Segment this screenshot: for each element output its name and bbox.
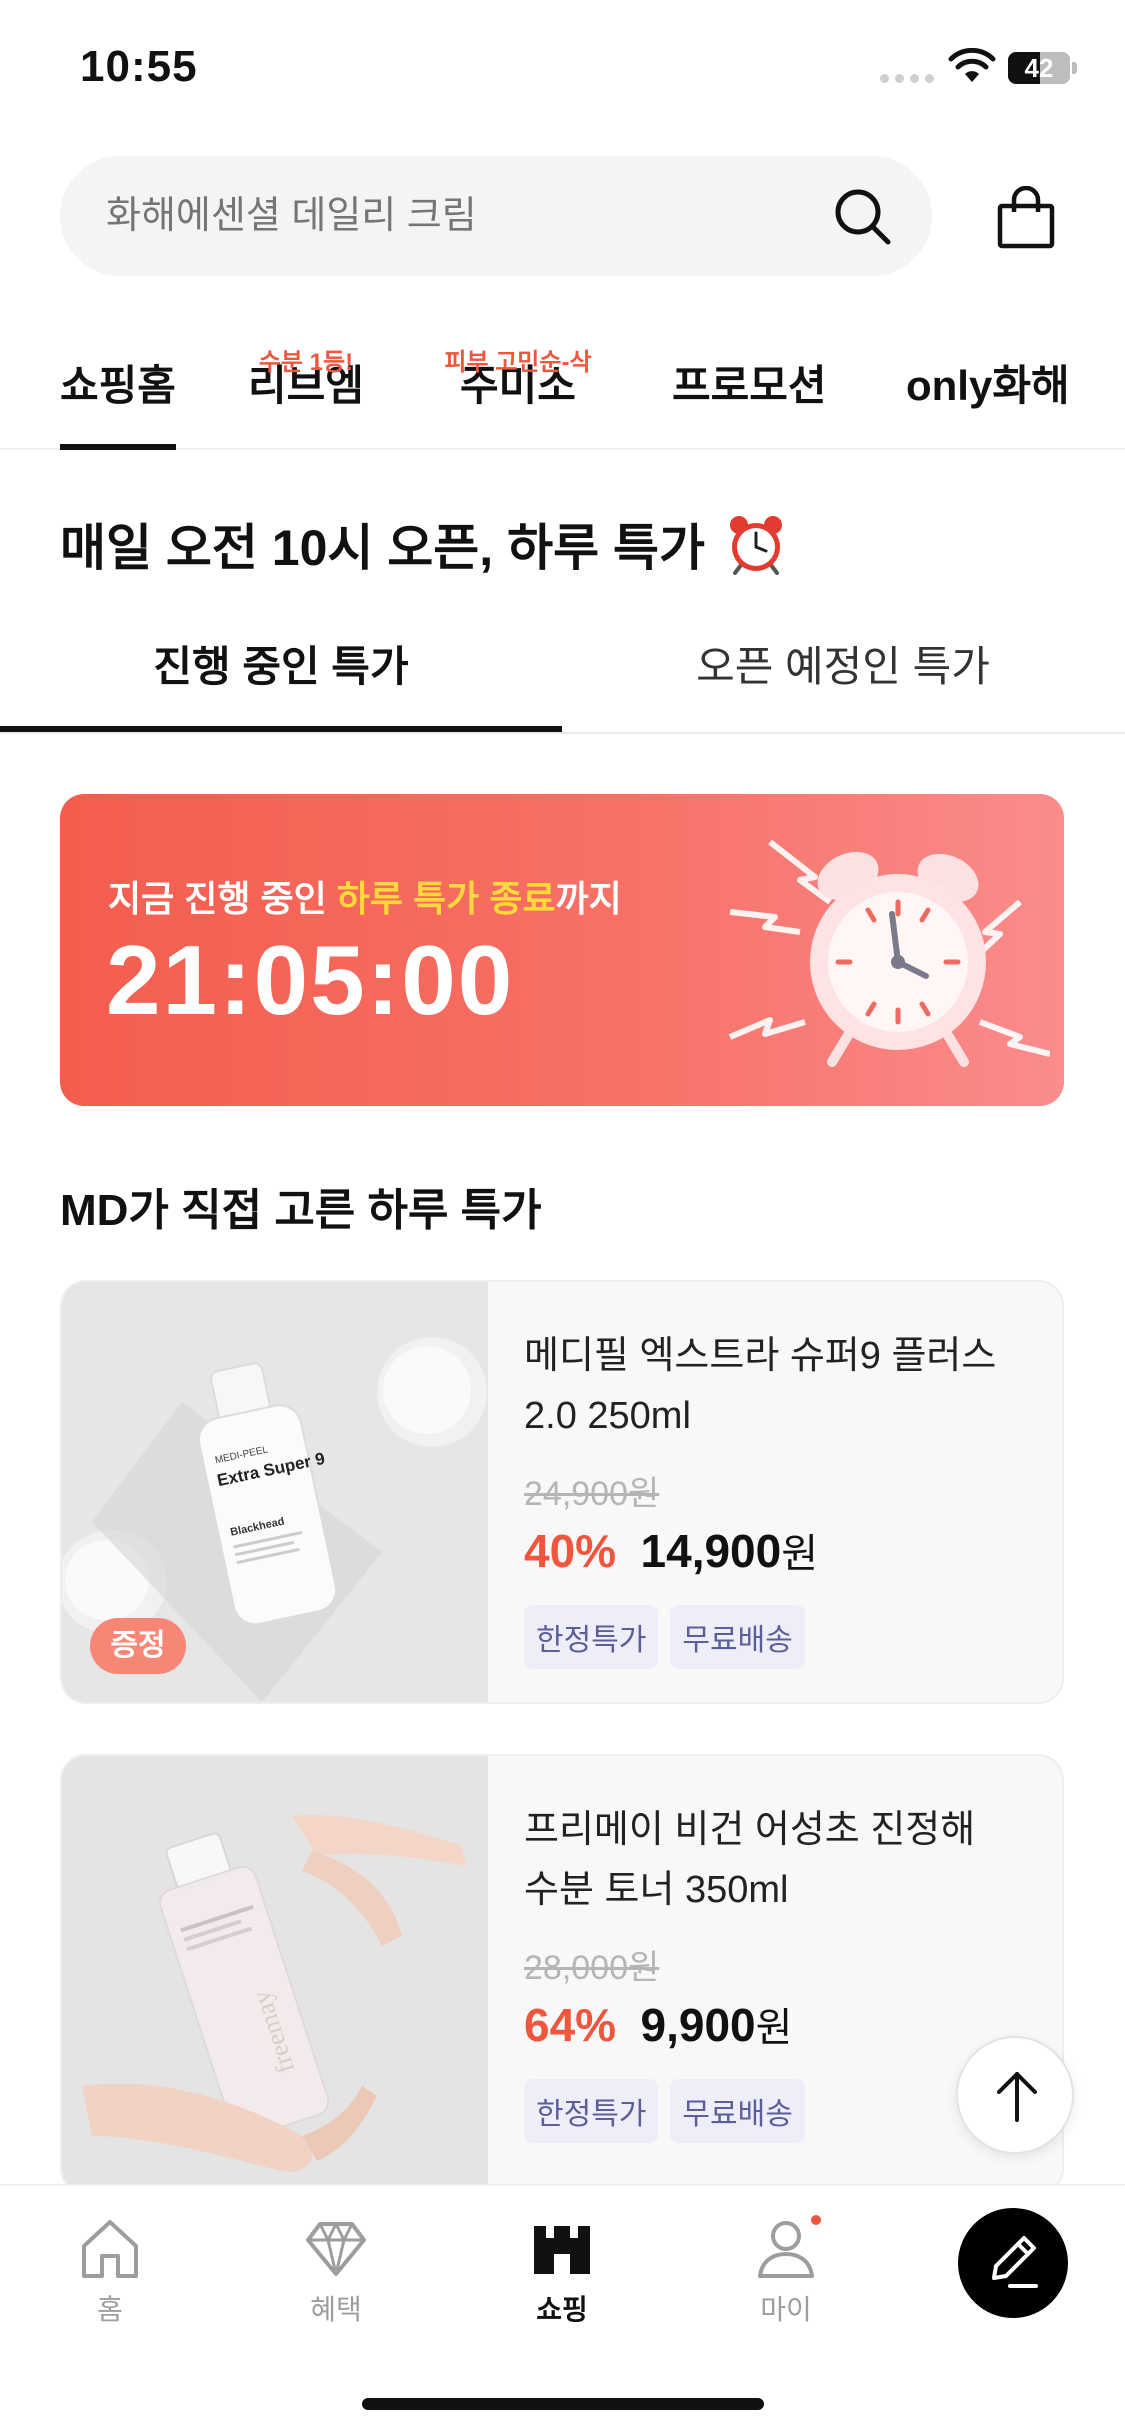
tag-free-shipping: 무료배송 [670,2079,805,2143]
product-name: 메디필 엑스트라 슈퍼9 플러스 2.0 250ml [524,1326,1044,1446]
discount-rate: 64% [524,1999,617,2051]
status-time: 10:55 [80,42,198,91]
arrow-up-icon [997,2072,1037,2122]
scroll-to-top-button[interactable] [956,2036,1074,2154]
product-image[interactable]: MEDI-PEEL Extra Super 9 Blackhead 증정 [62,1282,488,1702]
active-tab-indicator [0,726,562,732]
discount-rate: 40% [524,1525,617,1577]
diamond-icon [306,2222,366,2276]
search-input[interactable] [106,156,846,276]
tab-promotion[interactable]: 프로모션 [672,358,827,414]
tag-limited-deal: 한정특가 [524,2079,659,2143]
currency-unit: 원 [781,1532,819,1576]
active-tab-indicator [60,444,176,450]
product-card[interactable]: MEDI-PEEL Extra Super 9 Blackhead 증정 메디필… [60,1280,1064,1704]
md-section-title: MD가 직접 고른 하루 특가 [60,1186,542,1235]
deal-title-text: 매일 오전 10시 오픈, 하루 특가 [60,520,705,576]
home-indicator [362,2398,764,2410]
tag-limited-deal: 한정특가 [524,1605,659,1669]
product-tags: 한정특가 무료배송 [524,1605,1044,1669]
product-photo: freemay [62,1756,488,2192]
battery-icon: 42 [1008,52,1070,84]
product-card[interactable]: freemay 프리메이 비건 어성초 진정해 수분 토너 350ml 28,0… [60,1754,1064,2194]
nav-label: 쇼핑 [536,2294,588,2325]
status-bar: 10:55 42 [0,0,1125,140]
nav-benefits[interactable]: 혜택 [276,2212,396,2328]
category-tabs: 쇼핑홈 수분 1등! 리브엠 피부 고민순-삭 주미소 프로모션 only화해 [0,320,1125,450]
product-name-line: 수분 토너 350ml [524,1869,789,1911]
nav-label: 홈 [97,2294,123,2325]
nav-my[interactable]: 마이 [726,2212,846,2328]
product-name-line: 2.0 250ml [524,1395,691,1437]
product-info: 메디필 엑스트라 슈퍼9 플러스 2.0 250ml 24,900원 40% 1… [524,1326,1044,1669]
product-name: 프리메이 비건 어성초 진정해 수분 토너 350ml [524,1800,1044,1920]
tag-free-shipping: 무료배송 [670,1605,805,1669]
alarm-clock-icon [729,516,782,575]
sale-price: 9,900 [640,1999,756,2051]
pencil-icon [992,2236,1038,2288]
product-name-line: 메디필 엑스트라 슈퍼9 플러스 [524,1335,997,1377]
currency-unit: 원 [755,2006,793,2050]
caption-suffix: 까지 [555,878,622,919]
write-review-button[interactable] [958,2208,1068,2318]
shop-icon [534,2226,590,2274]
original-price: 24,900원 [524,1475,660,1513]
tab-upcoming-deals[interactable]: 오픈 예정인 특가 [562,600,1124,734]
nav-label: 마이 [760,2294,812,2325]
price-row: 40% 14,900원 [524,1521,1044,1579]
tab-label: 프로모션 [672,362,827,409]
tab-label: 쇼핑홈 [60,362,176,409]
alarm-clock-illustration-icon [728,839,1050,1067]
tab-badge: 수분 1등! [258,349,354,376]
tab-ongoing-deals[interactable]: 진행 중인 특가 [0,600,562,734]
cellular-signal-icon [880,74,934,83]
product-image[interactable]: freemay [62,1756,488,2192]
home-icon [82,2220,138,2278]
wifi-icon [948,48,996,82]
section-title: 매일 오전 10시 오픈, 하루 특가 [60,508,787,580]
search-icon[interactable] [830,184,894,248]
nav-label: 혜택 [310,2294,362,2325]
shopping-bag-icon[interactable] [994,186,1058,250]
original-price: 28,000원 [524,1949,660,1987]
banner-caption: 지금 진행 중인 하루 특가 종료까지 [108,870,622,922]
deal-tabs: 진행 중인 특가 오픈 예정인 특가 [0,600,1125,734]
search-bar[interactable] [60,156,932,276]
caption-prefix: 지금 진행 중인 [108,878,337,919]
caption-highlight: 하루 특가 종료 [336,878,556,919]
tab-only-hwahae[interactable]: only화해 [906,358,1070,414]
gift-badge: 증정 [90,1618,186,1674]
nav-shopping[interactable]: 쇼핑 [502,2212,622,2328]
countdown-timer: 21:05:00 [106,925,515,1035]
product-name-line: 프리메이 비건 어성초 진정해 [524,1809,976,1851]
sale-price: 14,900 [640,1525,782,1577]
battery-level: 42 [1024,53,1054,83]
nav-home[interactable]: 홈 [50,2212,170,2328]
tab-jumiso[interactable]: 피부 고민순-삭 주미소 [444,349,591,414]
tab-livem[interactable]: 수분 1등! 리브엠 [248,349,364,414]
tab-label: only화해 [906,362,1070,409]
tab-shopping-home[interactable]: 쇼핑홈 [60,358,176,414]
countdown-banner[interactable]: 지금 진행 중인 하루 특가 종료까지 21:05:00 [60,794,1064,1106]
tab-badge: 피부 고민순-삭 [444,349,592,376]
person-icon [758,2215,821,2278]
